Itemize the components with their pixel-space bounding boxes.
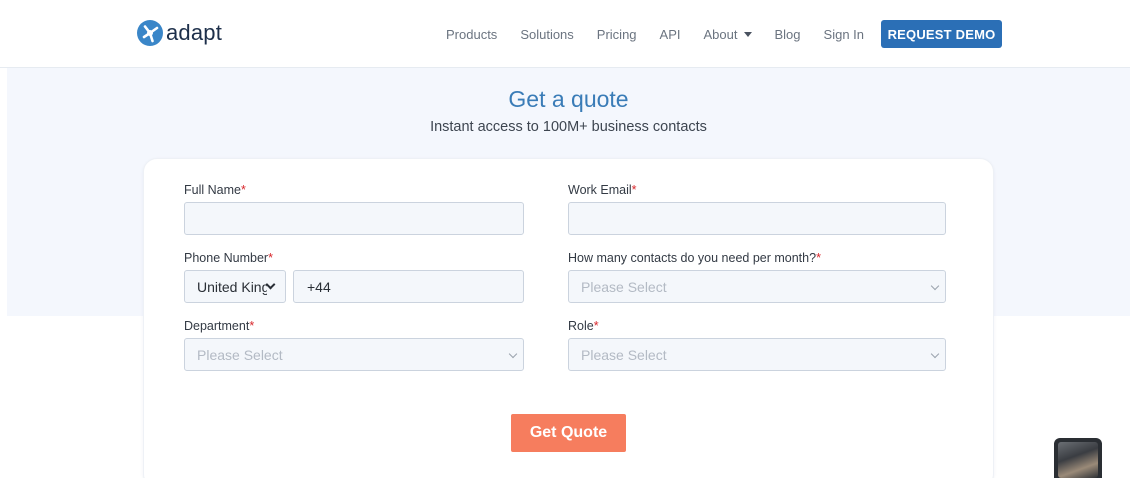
required-mark: * — [816, 251, 821, 265]
nav-about[interactable]: About — [704, 27, 752, 42]
main-nav: Products Solutions Pricing API About Blo… — [446, 21, 887, 47]
chevron-down-icon — [930, 281, 940, 291]
required-mark: * — [593, 319, 599, 333]
required-mark: * — [249, 319, 255, 333]
role-label-text: Role — [568, 319, 594, 333]
logo[interactable]: adapt — [137, 20, 222, 46]
phone-number-label: Phone Number* — [184, 251, 273, 265]
department-label-text: Department — [184, 319, 250, 333]
logo-text: adapt — [166, 20, 223, 45]
nav-solutions[interactable]: Solutions — [520, 27, 573, 42]
department-select[interactable]: Please Select — [184, 338, 524, 371]
nav-pricing[interactable]: Pricing — [597, 27, 637, 42]
chevron-down-icon — [265, 279, 276, 290]
department-placeholder: Please Select — [197, 347, 283, 363]
full-name-input[interactable] — [184, 202, 524, 235]
contacts-per-month-select[interactable]: Please Select — [568, 270, 946, 303]
required-mark: * — [240, 183, 246, 197]
phone-number-input[interactable]: +44 — [293, 270, 524, 303]
phone-prefix: +44 — [307, 279, 331, 295]
nav-blog[interactable]: Blog — [775, 27, 801, 42]
contacts-per-month-label: How many contacts do you need per month?… — [568, 251, 821, 265]
chat-widget-avatar[interactable] — [1054, 438, 1102, 478]
country-code-select[interactable]: United Kingdom — [184, 270, 286, 303]
chevron-down-icon — [930, 349, 940, 359]
nav-sign-in[interactable]: Sign In — [824, 27, 864, 42]
get-quote-button[interactable]: Get Quote — [511, 414, 626, 452]
contacts-placeholder: Please Select — [581, 279, 667, 295]
required-mark: * — [268, 251, 273, 265]
role-label: Role* — [568, 319, 599, 333]
phone-number-label-text: Phone Number — [184, 251, 269, 265]
country-value: United Kingdom — [197, 279, 267, 295]
required-mark: * — [631, 183, 637, 197]
department-label: Department* — [184, 319, 254, 333]
avatar — [1058, 442, 1098, 478]
work-email-label-text: Work Email — [568, 183, 632, 197]
full-name-label: Full Name* — [184, 183, 246, 197]
site-header: adapt Products Solutions Pricing API Abo… — [0, 0, 1130, 68]
request-demo-button[interactable]: REQUEST DEMO — [881, 20, 1002, 48]
work-email-input[interactable] — [568, 202, 946, 235]
work-email-label: Work Email* — [568, 183, 637, 197]
chevron-down-icon — [508, 349, 518, 359]
role-placeholder: Please Select — [581, 347, 667, 363]
full-name-label-text: Full Name — [184, 183, 241, 197]
page-subtitle: Instant access to 100M+ business contact… — [430, 119, 707, 135]
contacts-per-month-label-text: How many contacts do you need per month? — [568, 251, 817, 265]
page: adapt Products Solutions Pricing API Abo… — [0, 0, 1130, 478]
caret-down-icon — [743, 31, 752, 37]
page-title: Get a quote — [508, 86, 629, 112]
nav-api[interactable]: API — [660, 27, 681, 42]
nav-products[interactable]: Products — [446, 27, 497, 42]
role-select[interactable]: Please Select — [568, 338, 946, 371]
nav-about-label: About — [703, 26, 738, 42]
adapt-logo-icon — [137, 20, 163, 46]
